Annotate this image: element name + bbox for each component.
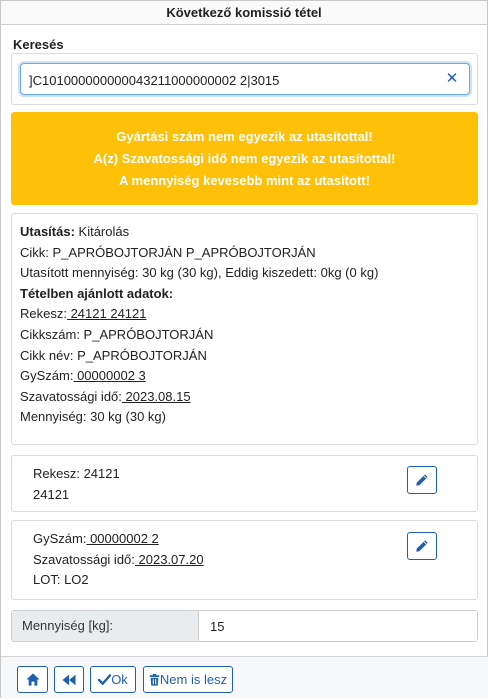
recommended-rekesz-row: Rekesz: 24121 24121 (20, 304, 469, 325)
instruction-value: Kitárolás (74, 224, 130, 239)
ok-button-label: Ok (111, 672, 128, 687)
quantity-input[interactable] (200, 611, 477, 641)
trash-icon (149, 673, 160, 686)
recommended-data-header: Tételben ajánlott adatok: (20, 285, 174, 301)
home-icon (26, 673, 39, 686)
recommended-quantity-line: Mennyiség: 30 kg (30 kg) (20, 409, 166, 425)
rekesz-label: Rekesz: (20, 306, 67, 322)
search-input[interactable] (29, 70, 434, 90)
dialog-title: Következő komissió tétel (1, 1, 487, 25)
lot-line: LOT: LO2 (33, 572, 89, 587)
alert-line-quantity: A mennyiség kevesebb mint az utasított! (119, 173, 370, 188)
quantity-label: Mennyiség [kg]: (12, 611, 199, 641)
edit-rekesz-button[interactable] (407, 466, 437, 494)
lot-card: GySzám: 00000002 2 Szavatossági idő: 202… (11, 520, 478, 600)
rekesz-value: 24121 24121 (66, 306, 147, 322)
lot-expiry-value: 2023.07.20 (134, 551, 204, 567)
skip-button-label: Nem is lesz (159, 672, 228, 687)
rekesz-card: Rekesz: 24121 24121 (11, 455, 478, 512)
pencil-icon (416, 540, 428, 552)
lot-card-text: GySzám: 00000002 2 Szavatossági idő: 202… (33, 529, 204, 591)
item-line: Cikk: P_APRÓBOJTORJÁN P_APRÓBOJTORJÁN (20, 244, 316, 260)
rekesz-code-line: 24121 (33, 486, 70, 502)
lot-expiry-label: Szavatossági idő: (33, 551, 135, 567)
check-icon (98, 674, 112, 685)
footer-toolbar: Ok Nem is lesz (1, 656, 488, 699)
recommended-gyszam-row: GySzám: 00000002 3 (20, 366, 469, 387)
search-field-wrapper: ✕ (20, 63, 470, 95)
lot-expiry-row: Szavatossági idő: 2023.07.20 (33, 550, 204, 571)
instruction-card: Utasítás: Kitárolás Cikk: P_APRÓBOJTORJÁ… (11, 213, 478, 445)
lot-gyszam-row: GySzám: 00000002 2 (33, 529, 204, 550)
quantity-input-group: Mennyiség [kg]: (11, 610, 478, 642)
instruction-label: Utasítás: (20, 224, 75, 239)
expiry-label: Szavatossági idő: (20, 388, 122, 404)
back-button[interactable] (54, 666, 84, 693)
close-icon[interactable]: ✕ (443, 70, 461, 88)
cikkszam-line: Cikkszám: P_APRÓBOJTORJÁN (20, 326, 214, 342)
ok-button[interactable]: Ok (90, 666, 136, 693)
backward-icon (62, 674, 76, 685)
gyszam-label: GySzám: (20, 368, 74, 384)
instructed-quantity-line: Utasított mennyiség: 30 kg (30 kg), Eddi… (20, 265, 379, 281)
warning-alert: Gyártási szám nem egyezik az utasítottal… (11, 112, 478, 205)
edit-lot-button[interactable] (407, 532, 437, 560)
lot-gyszam-value: 00000002 2 (86, 531, 159, 546)
pencil-icon (416, 474, 428, 486)
dialog-window: Következő komissió tétel Keresés ✕ Gyárt… (0, 0, 488, 699)
expiry-value: 2023.08.15 (121, 388, 191, 404)
cikknev-line: Cikk név: P_APRÓBOJTORJÁN (20, 347, 207, 363)
skip-button[interactable]: Nem is lesz (143, 666, 233, 693)
recommended-expiry-row: Szavatossági idő: 2023.08.15 (20, 387, 469, 408)
rekesz-card-text: Rekesz: 24121 24121 (33, 464, 120, 505)
instruction-row: Utasítás: Kitárolás (20, 222, 469, 243)
lot-gyszam-label: GySzám: (33, 531, 87, 546)
search-panel: ✕ (11, 53, 478, 105)
rekesz-line: Rekesz: 24121 (33, 466, 120, 481)
gyszam-value: 00000002 3 (73, 368, 146, 384)
home-button[interactable] (17, 666, 48, 693)
alert-line-expiry: A(z) Szavatossági idő nem egyezik az uta… (93, 151, 396, 166)
alert-line-serial: Gyártási szám nem egyezik az utasítottal… (116, 129, 373, 144)
search-label: Keresés (13, 37, 64, 52)
